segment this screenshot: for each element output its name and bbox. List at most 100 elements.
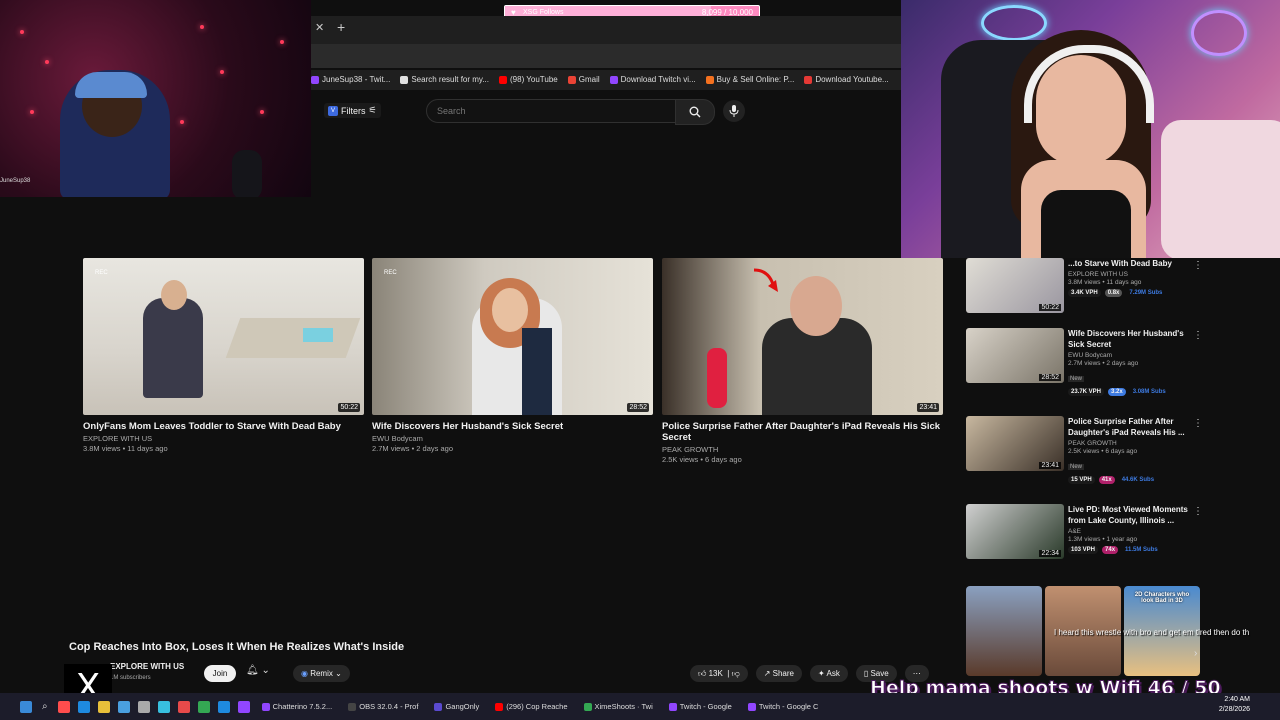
bookmark-label: JuneSup38 - Twit... [322,75,391,84]
bookmark-favicon-icon [499,75,507,84]
bookmark-item[interactable]: Gmail [567,75,600,84]
video-meta: 2.5K views • 6 days ago [662,455,742,464]
more-options-icon[interactable]: ⋮ [1193,260,1203,271]
app-icon [348,702,357,711]
watch-video-title: Cop Reaches Into Box, Loses It When He R… [69,641,405,653]
video-card[interactable]: REC 50:22 OnlyFans Mom Leaves Toddler to… [83,258,364,453]
remix-button[interactable]: ◉ Remix ⌄ [293,665,350,682]
bell-icon[interactable]: 🔔︎ ⌄ [246,665,270,676]
voice-search-button[interactable] [723,100,745,122]
chevron-right-icon[interactable]: › [1194,648,1197,659]
video-thumbnail[interactable]: 23:41 [662,258,943,415]
chrome-icon[interactable] [197,700,210,713]
extension-icon: V [328,105,338,116]
taskbar-app[interactable]: Twitch - Google C [747,702,819,711]
search-icon[interactable]: ⌕ [42,701,48,712]
more-options-icon[interactable]: ⋮ [1193,330,1203,341]
bookmark-item[interactable]: Download Twitch vi... [609,75,696,84]
windows-taskbar: ⌕ Chatterino 7.5.2... OBS 32.0.4 - Prof Ga… [0,693,1280,720]
sidebar-thumbnail[interactable]: 22:34 [966,504,1064,559]
sidebar-video-meta: 1.3M views • 1 year ago [1068,536,1138,543]
app-icon[interactable] [217,700,230,713]
sidebar-video-meta: 2.7M views • 2 days ago [1068,360,1139,367]
channel-name[interactable]: EWU Bodycam [372,434,653,443]
video-stats: 23.7K VPH 3.2x 3.08M Subs [1068,388,1188,396]
new-tab-button[interactable]: + [337,19,345,35]
sidebar-video-item[interactable]: 22:34 Live PD: Most Viewed Moments from L… [966,504,1256,584]
twitch-icon[interactable] [237,700,250,713]
bookmark-item[interactable]: Buy & Sell Online: P... [705,75,794,84]
windows-start-icon[interactable] [20,700,32,713]
taskbar-app[interactable]: Chatterino 7.5.2... [261,702,332,711]
video-thumbnail[interactable]: REC 50:22 [83,258,364,415]
app-icon[interactable] [117,700,130,713]
taskbar-app[interactable]: (296) Cop Reache [495,702,568,711]
streamer-webcam-left: JuneSup38 [0,0,311,197]
thumbs-up-icon: 👍︎ [698,669,709,678]
watch-channel-name[interactable]: EXPLORE WITH US [110,662,184,671]
filters-button[interactable]: V Filters ⚟ [324,103,381,118]
subs-badge: 11.5M Subs [1125,547,1158,553]
sidebar-video-item[interactable]: 23:41 Police Surprise Father After Daught… [966,416,1256,496]
channel-name[interactable]: EXPLORE WITH US [83,434,364,443]
bookmark-item[interactable]: JuneSup38 - Twit... [311,75,390,84]
search-input[interactable] [435,105,639,117]
taskbar-app-label: (296) Cop Reache [506,702,568,711]
app-icon[interactable] [137,700,150,713]
sidebar-channel-name: PEAK GROWTH [1068,440,1117,447]
video-title[interactable]: OnlyFans Mom Leaves Toddler to Starve Wi… [83,421,364,432]
address-bar[interactable] [311,44,901,68]
sidebar-video-item[interactable]: 28:52 Wife Discovers Her Husband's Sick S… [966,328,1256,408]
ask-button[interactable]: ✦ Ask [810,665,848,682]
bookmark-item[interactable]: Search result for my... [400,75,489,84]
sidebar-video-title[interactable]: ...to Starve With Dead Baby [1068,258,1188,269]
app-icon [261,702,270,711]
edge-icon[interactable] [77,700,90,713]
sidebar-thumbnail[interactable]: 50:22 [966,258,1064,313]
more-options-icon[interactable]: ⋮ [1193,418,1203,429]
taskbar-app[interactable]: OBS 32.0.4 - Prof [348,702,418,711]
close-tab-icon[interactable]: ✕ [315,21,324,34]
bookmark-favicon-icon [400,75,409,84]
video-duration: 28:52 [627,403,649,412]
short-thumbnail[interactable] [966,586,1042,676]
video-card[interactable]: 23:41 Police Surprise Father After Daugh… [662,258,943,464]
app-icon[interactable] [157,700,170,713]
video-duration: 28:52 [1039,374,1061,381]
video-title[interactable]: Wife Discovers Her Husband's Sick Secret [372,421,653,432]
sidebar-channel-name: EWU Bodycam [1068,352,1113,359]
video-thumbnail[interactable]: REC 28:52 [372,258,653,415]
system-clock[interactable]: 2:40 AM 2/28/2026 [1219,695,1250,715]
taskbar-app[interactable]: GangOnly [434,702,479,711]
taskbar-app[interactable]: Twitch - Google [668,702,732,711]
taskbar-app-label: Twitch - Google C [758,702,819,711]
taskbar-app[interactable]: XimeShoots · Twi [583,702,653,711]
sidebar-video-title[interactable]: Live PD: Most Viewed Moments from Lake C… [1068,504,1188,526]
video-meta: 3.8M views • 11 days ago [83,444,168,453]
thumbs-down-icon[interactable]: 👎︎ [732,669,740,678]
join-button[interactable]: Join [204,665,236,682]
sidebar-thumbnail[interactable]: 28:52 [966,328,1064,383]
sidebar-video-title[interactable]: Wife Discovers Her Husband's Sick Secret [1068,328,1188,350]
more-options-icon[interactable]: ⋮ [1193,506,1203,517]
search-button[interactable] [675,99,715,125]
video-stats: 15 VPH 41x 44.6K Subs [1068,476,1188,484]
bookmark-favicon-icon [705,75,714,84]
bookmark-item[interactable]: (98) YouTube [499,75,558,84]
youtube-header: V Filters ⚟ [311,92,901,130]
search-box[interactable] [426,99,676,123]
channel-name[interactable]: PEAK GROWTH [662,445,943,454]
app-icon[interactable] [57,700,70,713]
bookmark-item[interactable]: Download Youtube... [804,75,889,84]
video-title[interactable]: Police Surprise Father After Daughter's … [662,421,943,443]
share-button[interactable]: ↗ Share [755,665,802,682]
sidebar-video-title[interactable]: Police Surprise Father After Daughter's … [1068,416,1188,438]
sidebar-thumbnail[interactable]: 23:41 [966,416,1064,471]
folder-icon[interactable] [97,700,110,713]
webcam-tag: JuneSup38 [0,178,31,184]
sidebar-video-item[interactable]: 50:22 ...to Starve With Dead Baby EXPLORE … [966,258,1256,338]
like-button[interactable]: 👍︎ 13K | 👎︎ [690,665,748,682]
multiplier-badge: 41x [1098,476,1115,484]
app-icon[interactable] [177,700,190,713]
video-card[interactable]: REC 28:52 Wife Discovers Her Husband's S… [372,258,653,453]
